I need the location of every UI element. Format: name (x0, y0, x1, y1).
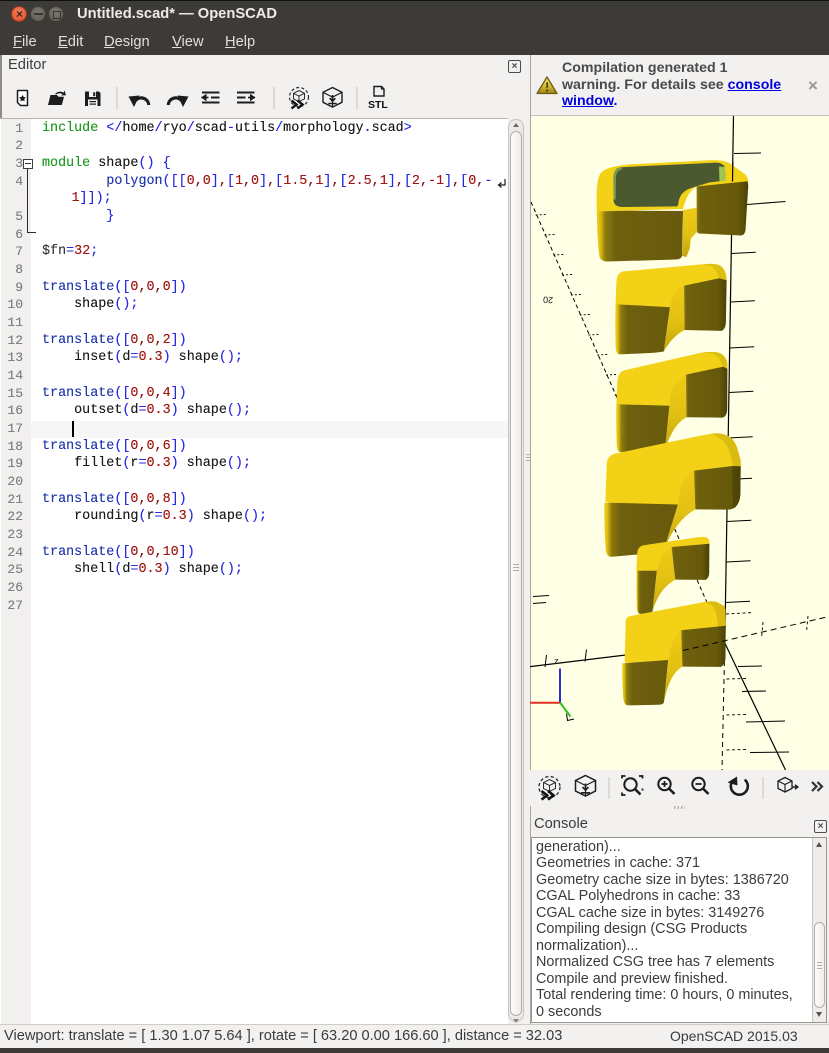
svg-text:z: z (554, 656, 559, 667)
svg-text:STL: STL (368, 99, 388, 111)
svg-text:20: 20 (543, 295, 554, 306)
